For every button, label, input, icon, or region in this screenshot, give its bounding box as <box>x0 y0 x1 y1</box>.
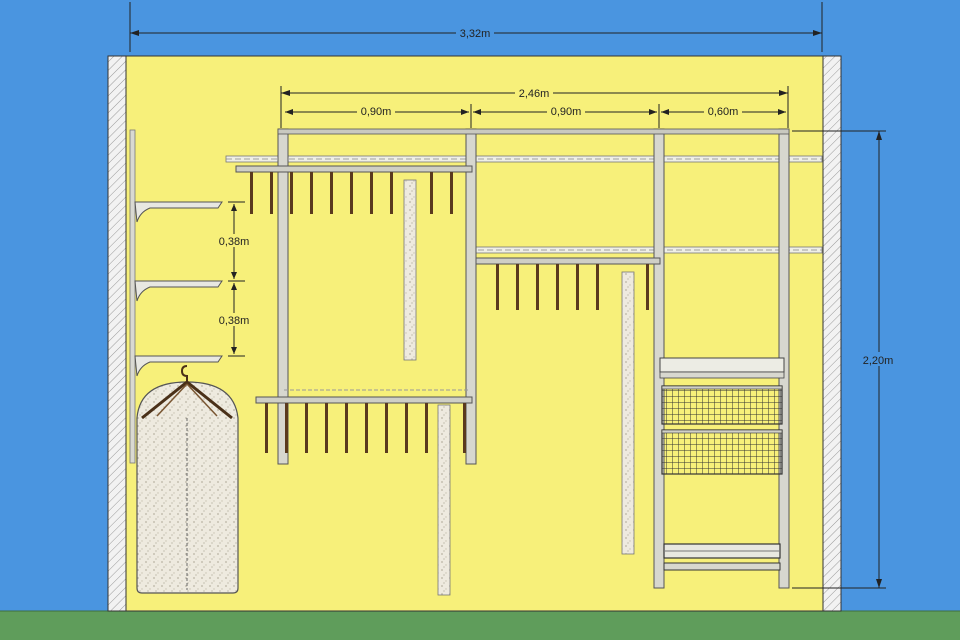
wire-basket-1 <box>661 385 783 425</box>
dim-height-label: 2,20m <box>863 355 894 367</box>
dim-section-2-label: 0,90m <box>551 106 582 118</box>
dim-shelf-gap-1-label: 0,38m <box>219 236 250 248</box>
garment-bag <box>136 365 239 594</box>
dim-section-3-label: 0,60m <box>708 106 739 118</box>
side-wall-right <box>822 55 842 612</box>
dim-shelf-gap-2-label: 0,38m <box>219 315 250 327</box>
wardrobe-elevation-drawing: 3,32m 2,46m 0,90m 0,90m 0,60m 2,20m 0,38… <box>0 0 960 640</box>
dim-total-width-label: 3,32m <box>460 28 491 40</box>
side-wall-left <box>107 55 127 612</box>
floor <box>0 611 960 640</box>
wire-basket-2 <box>661 429 783 475</box>
dim-system-width-label: 2,46m <box>519 88 550 100</box>
dim-section-1-label: 0,90m <box>361 106 392 118</box>
shoe-rack <box>663 543 781 571</box>
